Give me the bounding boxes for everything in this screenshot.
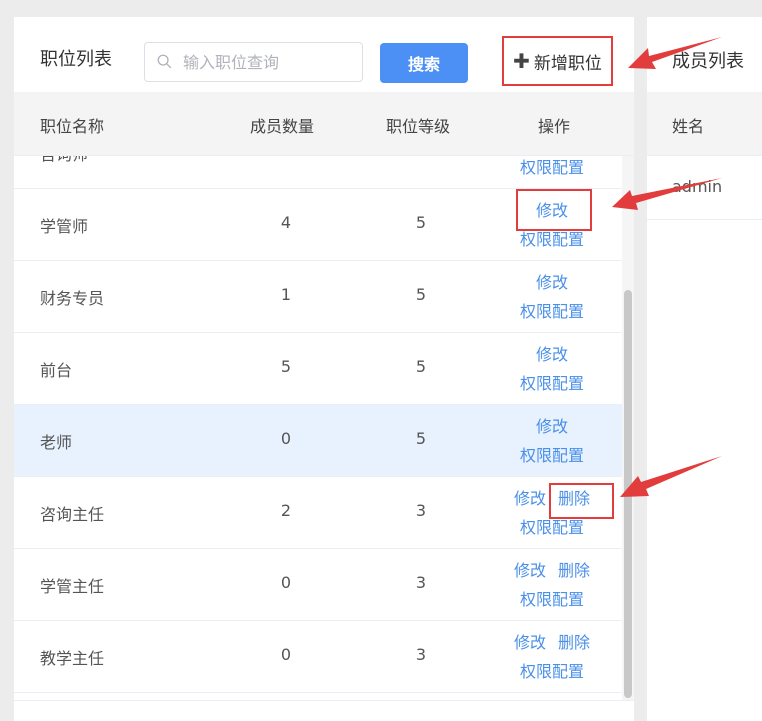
permissions-link[interactable]: 权限配置: [520, 156, 584, 182]
table-row[interactable]: 财务专员 1 5 修改 权限配置: [14, 261, 622, 333]
table-row[interactable]: 老师 0 5 修改 权限配置: [14, 405, 622, 477]
permissions-link[interactable]: 权限配置: [520, 297, 584, 326]
permissions-link[interactable]: 权限配置: [520, 441, 584, 470]
member-count: 0: [280, 573, 292, 592]
edit-link[interactable]: 修改: [514, 556, 546, 585]
position-level: 3: [415, 645, 427, 664]
position-level: 3: [415, 573, 427, 592]
member-name: admin: [672, 177, 723, 196]
position-name: 学管主任: [40, 577, 105, 596]
permissions-link[interactable]: 权限配置: [520, 369, 584, 398]
table-row[interactable]: 学管主任 0 3 修改 删除 权限配置: [14, 549, 622, 621]
position-name: 教学主任: [40, 649, 105, 668]
members-panel-title: 成员列表: [672, 51, 744, 72]
row-actions: 修改权限配置: [492, 156, 612, 182]
positions-panel: 职位列表 搜索 ✚ 新增职位 职位名称 成员数量 职位等级 操作 咨询师 5 4 修改…: [14, 17, 634, 721]
row-actions: 修改权限配置: [492, 412, 612, 470]
position-level: 4: [416, 156, 426, 160]
positions-table-header: 职位名称 成员数量 职位等级 操作: [14, 92, 634, 156]
row-action-line: 修改: [536, 412, 568, 441]
scrollbar-thumb[interactable]: [624, 290, 632, 698]
row-actions: 修改权限配置: [492, 340, 612, 398]
delete-link[interactable]: 删除: [558, 556, 590, 585]
table-row[interactable]: 前台 5 5 修改 权限配置: [14, 333, 622, 405]
member-count: 5: [281, 156, 291, 160]
position-level: 5: [415, 285, 427, 304]
positions-panel-title: 职位列表: [40, 49, 112, 70]
table-row[interactable]: 咨询师 5 4 修改权限配置: [14, 156, 622, 189]
edit-link[interactable]: 修改: [514, 628, 546, 657]
member-count: 4: [280, 213, 292, 232]
delete-link[interactable]: 删除: [558, 628, 590, 657]
edit-link[interactable]: 修改: [536, 412, 568, 441]
col-actions: 操作: [538, 117, 571, 136]
position-search-field[interactable]: [144, 42, 363, 82]
position-level: 5: [415, 429, 427, 448]
edit-link[interactable]: 修改: [514, 484, 546, 513]
add-position-button[interactable]: ✚ 新增职位: [502, 36, 613, 86]
col-position-name: 职位名称: [40, 117, 105, 136]
row-action-line: 修改: [536, 268, 568, 297]
search-button[interactable]: 搜索: [380, 43, 468, 83]
table-row[interactable]: admin: [647, 156, 762, 220]
permissions-link[interactable]: 权限配置: [520, 585, 584, 614]
position-level: 5: [415, 213, 427, 232]
position-name: 前台: [40, 361, 73, 380]
position-name: 老师: [40, 433, 73, 452]
row-actions: 修改 删除 权限配置: [492, 628, 612, 686]
col-position-level: 职位等级: [386, 117, 451, 136]
member-count: 1: [280, 285, 292, 304]
edit-link[interactable]: 修改: [536, 268, 568, 297]
position-name: 财务专员: [40, 289, 105, 308]
position-level: 3: [415, 501, 427, 520]
search-input[interactable]: [183, 49, 353, 75]
edit-link[interactable]: 修改: [536, 340, 568, 369]
table-scrollbar[interactable]: [622, 156, 634, 700]
row-action-line: 修改 删除: [514, 628, 590, 657]
member-count: 2: [280, 501, 292, 520]
annotation-box-edit: [516, 189, 592, 231]
permissions-link[interactable]: 权限配置: [520, 657, 584, 686]
positions-table-body: 咨询师54修改权限配置学管师45修改权限配置财务专员15修改权限配置前台55修改…: [14, 156, 622, 700]
member-count: 0: [280, 429, 292, 448]
member-count: 5: [280, 357, 292, 376]
position-name: 咨询主任: [40, 505, 105, 524]
row-action-line: 修改 删除: [514, 556, 590, 585]
row-actions: 修改 删除 权限配置: [492, 556, 612, 614]
table-bottom-border: [14, 700, 634, 701]
position-level: 5: [415, 357, 427, 376]
position-name: 咨询师: [40, 156, 88, 165]
member-count: 0: [280, 645, 292, 664]
table-row[interactable]: 教学主任 0 3 修改 删除 权限配置: [14, 621, 622, 693]
annotation-box-delete: [549, 483, 614, 519]
search-icon: [157, 54, 172, 69]
row-action-line: 修改: [536, 340, 568, 369]
col-member-count: 成员数量: [250, 117, 315, 136]
col-member-name: 姓名: [672, 117, 705, 136]
row-actions: 修改权限配置: [492, 268, 612, 326]
members-panel: 成员列表 姓名 admin: [647, 17, 762, 721]
position-name: 学管师: [40, 217, 89, 236]
add-position-label: 新增职位: [533, 53, 602, 74]
plus-icon: ✚: [513, 49, 530, 73]
table-row[interactable]: 咨询主任 2 3 修改 删除 权限配置: [14, 477, 622, 549]
members-table-header: 姓名: [647, 92, 762, 156]
